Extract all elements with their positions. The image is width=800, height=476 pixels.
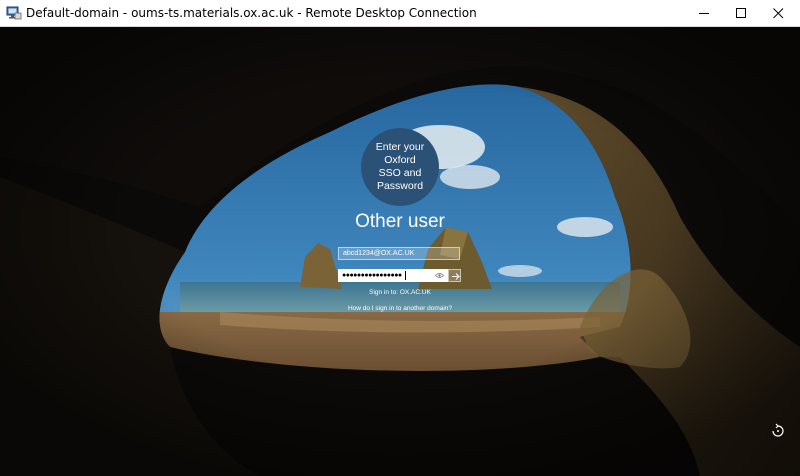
close-button[interactable]	[760, 0, 797, 26]
password-input[interactable]: ●●●●●●●●●●●●●●●●	[338, 269, 448, 282]
close-icon	[773, 8, 784, 19]
other-domain-link[interactable]: How do I sign in to another domain?	[300, 305, 500, 312]
maximize-button[interactable]	[723, 0, 760, 26]
username-input[interactable]: abcd1234@OX.AC.UK	[338, 247, 460, 260]
sign-in-domain-text: Sign in to: OX.AC.UK	[369, 289, 431, 296]
submit-button[interactable]	[448, 269, 461, 282]
reveal-password-icon[interactable]	[435, 272, 444, 279]
arrow-right-icon	[452, 273, 460, 280]
username-value: abcd1234@OX.AC.UK	[343, 250, 415, 257]
minimize-button[interactable]	[686, 0, 723, 26]
maximize-icon	[736, 8, 746, 18]
text-caret	[405, 271, 406, 280]
user-avatar: Enter your Oxford SSO and Password	[361, 128, 439, 206]
remote-desktop-icon	[6, 6, 22, 20]
avatar-text: Enter your Oxford SSO and Password	[375, 141, 425, 192]
window-title: Default-domain - oums-ts.materials.ox.ac…	[26, 6, 477, 20]
minimize-icon	[699, 13, 709, 14]
ease-of-access-icon[interactable]	[770, 422, 786, 438]
password-value: ●●●●●●●●●●●●●●●●	[342, 272, 402, 279]
user-heading: Other user	[355, 211, 445, 232]
window-title-bar[interactable]: Default-domain - oums-ts.materials.ox.ac…	[0, 0, 800, 27]
